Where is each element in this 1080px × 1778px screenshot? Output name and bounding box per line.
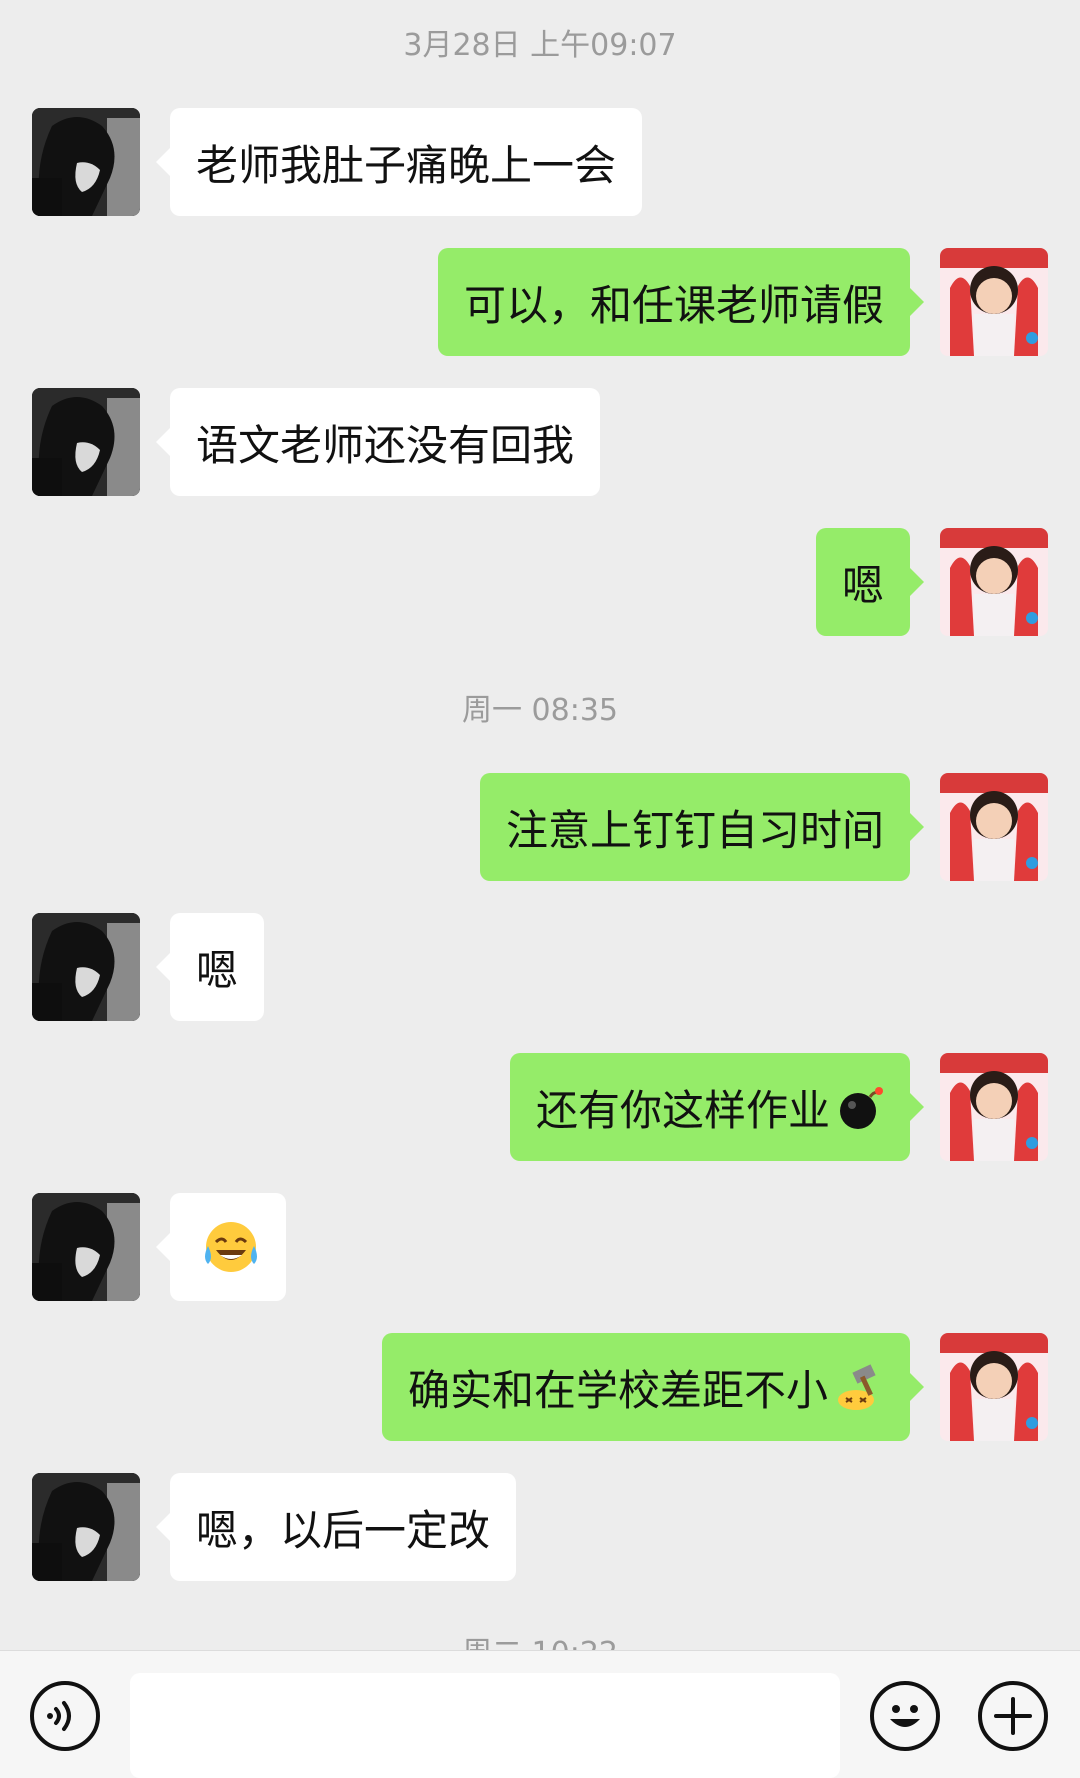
outgoing-message-bubble[interactable]: 确实和在学校差距不小 [381, 1333, 925, 1441]
incoming-message-bubble[interactable]: 嗯 [155, 913, 265, 1021]
outgoing-message-bubble[interactable]: 嗯 [815, 528, 925, 636]
emoji-picker-icon[interactable] [870, 1681, 940, 1751]
message-text: 还有你这样作业 [535, 1085, 830, 1135]
input-toolbar [0, 1650, 1080, 1778]
contact-avatar[interactable] [32, 388, 140, 496]
outgoing-message-bubble[interactable]: 还有你这样作业 [509, 1053, 925, 1161]
contact-avatar[interactable] [32, 913, 140, 1021]
voice-icon[interactable] [30, 1681, 100, 1751]
contact-avatar[interactable] [32, 108, 140, 216]
message-row-incoming: 语文老师还没有回我 [0, 388, 1080, 496]
message-row-outgoing: 注意上钉钉自习时间 [0, 773, 1080, 881]
incoming-message-bubble[interactable]: 嗯，以后一定改 [155, 1473, 517, 1581]
message-row-incoming: 老师我肚子痛晚上一会 [0, 108, 1080, 216]
message-row-outgoing: 确实和在学校差距不小 [0, 1333, 1080, 1441]
user-avatar[interactable] [940, 1053, 1048, 1161]
outgoing-message-bubble[interactable]: 注意上钉钉自习时间 [479, 773, 925, 881]
contact-avatar[interactable] [32, 1193, 140, 1301]
hammer-on-head-emoji-icon [834, 1362, 884, 1412]
timestamp: 周二 10:22 [0, 1628, 1080, 1650]
message-row-outgoing: 嗯 [0, 528, 1080, 636]
message-input[interactable] [130, 1673, 840, 1778]
chat-area[interactable]: 3月28日 上午09:07 老师我肚子痛晚上一会 可以，和任课老师请假 语文老师… [0, 0, 1080, 1650]
message-row-outgoing: 还有你这样作业 [0, 1053, 1080, 1161]
plus-icon[interactable] [978, 1681, 1048, 1751]
message-row-incoming [0, 1193, 1080, 1301]
tears-of-joy-emoji-icon [202, 1218, 260, 1276]
message-row-incoming: 嗯，以后一定改 [0, 1473, 1080, 1581]
message-row-outgoing: 可以，和任课老师请假 [0, 248, 1080, 356]
contact-avatar[interactable] [32, 1473, 140, 1581]
incoming-message-bubble[interactable] [156, 1193, 286, 1301]
user-avatar[interactable] [940, 1333, 1048, 1441]
message-row-incoming: 嗯 [0, 913, 1080, 1021]
incoming-message-bubble[interactable]: 老师我肚子痛晚上一会 [155, 108, 643, 216]
outgoing-message-bubble[interactable]: 可以，和任课老师请假 [437, 248, 925, 356]
user-avatar[interactable] [940, 248, 1048, 356]
timestamp: 周一 08:35 [462, 693, 618, 728]
user-avatar[interactable] [940, 528, 1048, 636]
message-text: 确实和在学校差距不小 [407, 1365, 828, 1415]
user-avatar[interactable] [940, 773, 1048, 881]
bomb-emoji-icon [836, 1083, 884, 1131]
timestamp: 3月28日 上午09:07 [403, 28, 677, 63]
incoming-message-bubble[interactable]: 语文老师还没有回我 [155, 388, 601, 496]
